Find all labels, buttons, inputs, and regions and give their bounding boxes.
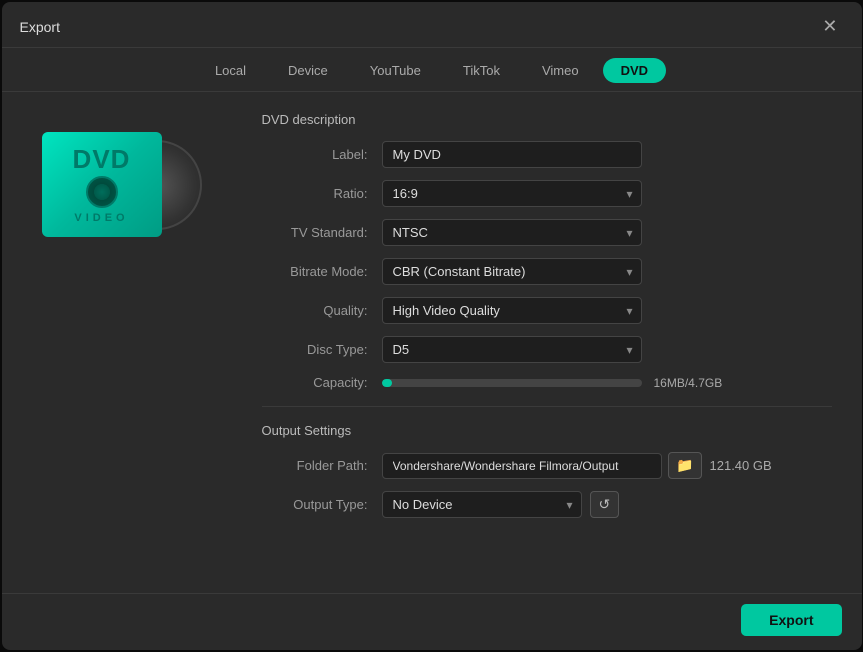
dvd-label-bottom: VIDEO [74, 212, 128, 224]
capacity-row: Capacity: 16MB/4.7GB [262, 375, 832, 390]
bitrate-mode-select-wrapper: CBR (Constant Bitrate) VBR (Variable Bit… [382, 258, 642, 285]
dvd-section-title: DVD description [262, 112, 832, 127]
dialog-header: Export ✕ [2, 2, 862, 48]
tv-standard-select-wrapper: NTSC PAL ▾ [382, 219, 642, 246]
capacity-text: 16MB/4.7GB [654, 376, 723, 390]
quality-field-label: Quality: [262, 303, 382, 318]
section-divider [262, 406, 832, 407]
tv-standard-row: TV Standard: NTSC PAL ▾ [262, 219, 832, 246]
bitrate-mode-field-label: Bitrate Mode: [262, 264, 382, 279]
folder-path-wrapper: 📁 [382, 452, 702, 479]
output-type-row: Output Type: No Device ▾ ↺ [262, 491, 832, 518]
tab-dvd[interactable]: DVD [603, 58, 666, 83]
ratio-select-wrapper: 16:9 4:3 ▾ [382, 180, 642, 207]
quality-select[interactable]: High Video Quality Medium Video Quality … [382, 297, 642, 324]
bitrate-mode-select[interactable]: CBR (Constant Bitrate) VBR (Variable Bit… [382, 258, 642, 285]
left-panel: DVD VIDEO [2, 92, 242, 593]
refresh-icon: ↺ [599, 496, 611, 512]
tab-device[interactable]: Device [270, 58, 346, 83]
tab-vimeo[interactable]: Vimeo [524, 58, 597, 83]
label-field-label: Label: [262, 147, 382, 162]
ratio-field-label: Ratio: [262, 186, 382, 201]
ratio-row: Ratio: 16:9 4:3 ▾ [262, 180, 832, 207]
tv-standard-field-label: TV Standard: [262, 225, 382, 240]
output-type-field-label: Output Type: [262, 497, 382, 512]
capacity-bar-fill [382, 379, 392, 387]
capacity-bar [382, 379, 642, 387]
right-panel: DVD description Label: Ratio: 16:9 4:3 [242, 92, 862, 593]
disc-type-row: Disc Type: D5 D9 ▾ [262, 336, 832, 363]
tv-standard-control: NTSC PAL ▾ [382, 219, 642, 246]
disc-type-select-wrapper: D5 D9 ▾ [382, 336, 642, 363]
tab-youtube[interactable]: YouTube [352, 58, 439, 83]
ratio-select[interactable]: 16:9 4:3 [382, 180, 642, 207]
folder-size: 121.40 GB [710, 458, 772, 473]
ratio-control: 16:9 4:3 ▾ [382, 180, 642, 207]
tab-tiktok[interactable]: TikTok [445, 58, 518, 83]
close-button[interactable]: ✕ [816, 14, 843, 39]
quality-select-wrapper: High Video Quality Medium Video Quality … [382, 297, 642, 324]
export-dialog: Export ✕ Local Device YouTube TikTok Vim… [2, 2, 862, 650]
quality-row: Quality: High Video Quality Medium Video… [262, 297, 832, 324]
folder-path-field-label: Folder Path: [262, 458, 382, 473]
refresh-button[interactable]: ↺ [590, 491, 620, 518]
output-type-controls: No Device ▾ ↺ [382, 491, 620, 518]
disc-type-control: D5 D9 ▾ [382, 336, 642, 363]
export-button[interactable]: Export [741, 604, 841, 636]
dialog-body: DVD VIDEO DVD description Label: Ratio: [2, 92, 862, 593]
label-row: Label: [262, 141, 832, 168]
dvd-box: DVD VIDEO [42, 132, 162, 237]
output-type-select-wrapper: No Device ▾ [382, 491, 582, 518]
folder-icon: 📁 [676, 457, 693, 473]
bitrate-mode-row: Bitrate Mode: CBR (Constant Bitrate) VBR… [262, 258, 832, 285]
disc-type-field-label: Disc Type: [262, 342, 382, 357]
dialog-footer: Export [2, 593, 862, 650]
dialog-title: Export [20, 19, 60, 35]
dvd-disc-icon [86, 176, 118, 208]
quality-control: High Video Quality Medium Video Quality … [382, 297, 642, 324]
capacity-field-label: Capacity: [262, 375, 382, 390]
output-type-select[interactable]: No Device [382, 491, 582, 518]
tab-bar: Local Device YouTube TikTok Vimeo DVD [2, 48, 862, 92]
dvd-label-top: DVD [73, 146, 131, 172]
tab-local[interactable]: Local [197, 58, 264, 83]
label-input[interactable] [382, 141, 642, 168]
label-control [382, 141, 642, 168]
browse-folder-button[interactable]: 📁 [668, 452, 701, 479]
output-section-title: Output Settings [262, 423, 832, 438]
tv-standard-select[interactable]: NTSC PAL [382, 219, 642, 246]
dvd-icon-wrapper: DVD VIDEO [42, 132, 202, 242]
bitrate-mode-control: CBR (Constant Bitrate) VBR (Variable Bit… [382, 258, 642, 285]
folder-path-row: Folder Path: 📁 121.40 GB [262, 452, 832, 479]
folder-path-input[interactable] [382, 453, 663, 479]
disc-type-select[interactable]: D5 D9 [382, 336, 642, 363]
